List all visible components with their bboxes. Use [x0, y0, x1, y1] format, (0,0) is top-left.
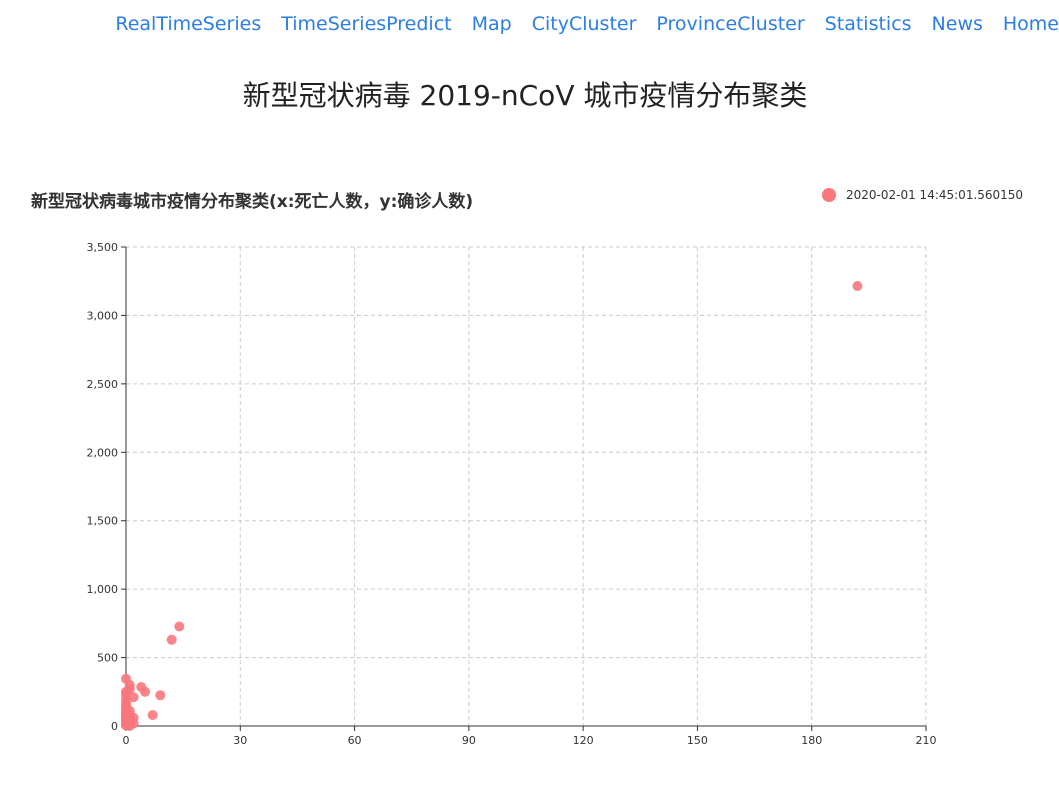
y-tick-label: 3,000: [87, 309, 119, 322]
scatter-chart: 0 500 1,000 1,500 2,000 2,500 3,000 3,500 0 30 60 9…: [87, 241, 937, 747]
x-tick-label: 0: [123, 734, 130, 747]
x-tick-label: 90: [462, 734, 476, 747]
scatter-point: [121, 701, 131, 712]
y-tick-label: 2,500: [87, 378, 119, 391]
y-tick-label: 1,000: [87, 583, 119, 596]
y-tick-label: 1,500: [87, 515, 119, 528]
scatter-point: [147, 710, 158, 721]
y-tick-label: 2,000: [87, 446, 119, 459]
x-tick-label: 120: [573, 734, 594, 747]
scatter-point: [155, 690, 166, 701]
x-tick-label: 180: [801, 734, 822, 747]
x-tick-label: 210: [916, 734, 937, 747]
scatter-point: [136, 681, 147, 692]
y-tick-label: 0: [111, 720, 118, 733]
x-tick-label: 60: [348, 734, 362, 747]
scatter-point: [121, 673, 131, 684]
x-tick-label: 30: [233, 734, 247, 747]
x-tick-label: 150: [687, 734, 708, 747]
scatter-point: [124, 721, 135, 731]
y-tick-label: 500: [97, 652, 118, 665]
scatter-point: [852, 281, 863, 292]
scatter-point: [174, 621, 185, 632]
scatter-point: [166, 634, 177, 645]
y-tick-label: 3,500: [87, 241, 119, 254]
